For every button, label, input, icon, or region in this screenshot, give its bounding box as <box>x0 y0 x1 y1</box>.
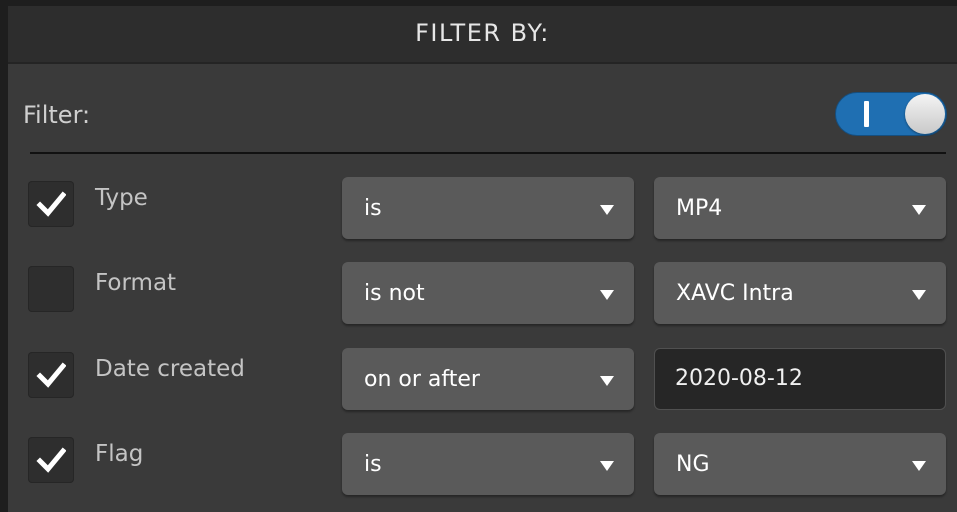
type-operator-dropdown[interactable]: is <box>342 177 634 239</box>
date-created-input[interactable] <box>654 348 946 410</box>
filter-row-type: Type is MP4 <box>8 177 957 241</box>
checkmark-icon <box>36 362 66 388</box>
date-created-operator-value: on or after <box>364 367 480 392</box>
flag-operator-value: is <box>364 452 382 477</box>
type-label: Type <box>95 185 148 211</box>
format-value-dropdown[interactable]: XAVC Intra <box>654 262 946 324</box>
type-checkbox[interactable] <box>28 181 74 227</box>
panel-title: FILTER BY: <box>415 19 550 47</box>
dropdown-arrow-icon <box>912 290 926 300</box>
date-created-checkbox[interactable] <box>28 352 74 398</box>
filter-row-flag: Flag is NG <box>8 433 957 497</box>
date-created-label: Date created <box>95 356 245 382</box>
filter-label: Filter: <box>23 101 91 129</box>
format-operator-value: is not <box>364 281 425 306</box>
type-value: MP4 <box>676 196 723 221</box>
toggle-on-indicator <box>864 101 869 127</box>
filter-toggle[interactable] <box>835 92 947 136</box>
filter-panel: FILTER BY: Filter: Type is MP4 Format is… <box>8 6 957 512</box>
date-created-operator-dropdown[interactable]: on or after <box>342 348 634 410</box>
format-checkbox[interactable] <box>28 266 74 312</box>
flag-operator-dropdown[interactable]: is <box>342 433 634 495</box>
dropdown-arrow-icon <box>912 461 926 471</box>
type-value-dropdown[interactable]: MP4 <box>654 177 946 239</box>
checkmark-icon <box>36 447 66 473</box>
format-value: XAVC Intra <box>676 281 794 306</box>
flag-value-dropdown[interactable]: NG <box>654 433 946 495</box>
format-operator-dropdown[interactable]: is not <box>342 262 634 324</box>
flag-value: NG <box>676 452 710 477</box>
dropdown-arrow-icon <box>912 205 926 215</box>
flag-checkbox[interactable] <box>28 437 74 483</box>
dropdown-arrow-icon <box>600 461 614 471</box>
dropdown-arrow-icon <box>600 376 614 386</box>
divider <box>30 152 946 154</box>
checkmark-icon <box>36 191 66 217</box>
type-operator-value: is <box>364 196 382 221</box>
flag-label: Flag <box>95 441 144 467</box>
panel-header: FILTER BY: <box>8 6 957 64</box>
filter-row-format: Format is not XAVC Intra <box>8 262 957 326</box>
dropdown-arrow-icon <box>600 205 614 215</box>
format-label: Format <box>95 270 177 296</box>
toggle-knob[interactable] <box>905 94 945 134</box>
dropdown-arrow-icon <box>600 290 614 300</box>
filter-row-date-created: Date created on or after <box>8 348 957 412</box>
